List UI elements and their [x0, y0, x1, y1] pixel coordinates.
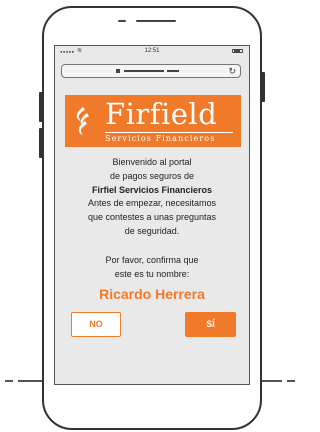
phone-screen: ●●●●● ≋ 12:51 ↻ Firfield Servicios Finan… — [54, 45, 250, 385]
welcome-line: Bienvenido al portal — [112, 157, 192, 167]
confirm-line: este es tu nombre: — [114, 269, 190, 279]
brand-name: Firfield — [105, 97, 218, 131]
divider-right-line — [262, 380, 282, 382]
brand-divider — [105, 132, 233, 133]
brand-tagline: Servicios Financieros — [105, 134, 216, 143]
brand-header: Firfield Servicios Financieros — [65, 95, 241, 147]
instruction-line: Antes de empezar, necesitamos — [87, 198, 217, 208]
phone-frame: ●●●●● ≋ 12:51 ↻ Firfield Servicios Finan… — [39, 6, 265, 430]
divider-left-line — [18, 380, 42, 382]
company-name: Firfiel Servicios Financieros — [91, 185, 213, 195]
phone-speaker — [136, 20, 176, 22]
security-instructions: Antes de empezar, necesitamos que contes… — [55, 196, 249, 238]
phone-camera — [118, 20, 126, 22]
confirm-line: Por favor, confirma que — [105, 255, 199, 265]
status-bar: ●●●●● ≋ 12:51 — [55, 46, 249, 57]
divider-right-dash — [287, 380, 295, 382]
status-time: 12:51 — [144, 48, 160, 54]
confirm-prompt: Por favor, confirma que este es tu nombr… — [55, 253, 249, 281]
battery-icon — [232, 49, 243, 53]
brand-logo-icon — [76, 107, 89, 135]
instruction-line: de seguridad. — [124, 226, 180, 236]
no-button[interactable]: NO — [71, 312, 121, 337]
reload-icon[interactable]: ↻ — [228, 65, 236, 77]
divider-left-dash — [5, 380, 13, 382]
user-name: Ricardo Herrera — [99, 286, 205, 302]
welcome-message: Bienvenido al portal de pagos seguros de… — [55, 155, 249, 197]
phone-side-button-top — [39, 92, 43, 122]
url-text-placeholder — [124, 70, 164, 72]
address-bar[interactable]: ↻ — [61, 64, 241, 78]
phone-side-button-bottom — [39, 128, 43, 158]
welcome-line: de pagos seguros de — [109, 171, 195, 181]
lock-icon — [116, 69, 120, 73]
url-text-placeholder — [167, 70, 179, 72]
phone-power-button — [261, 72, 265, 102]
yes-button[interactable]: SÍ — [185, 312, 236, 337]
instruction-line: que contestes a unas preguntas — [87, 212, 217, 222]
